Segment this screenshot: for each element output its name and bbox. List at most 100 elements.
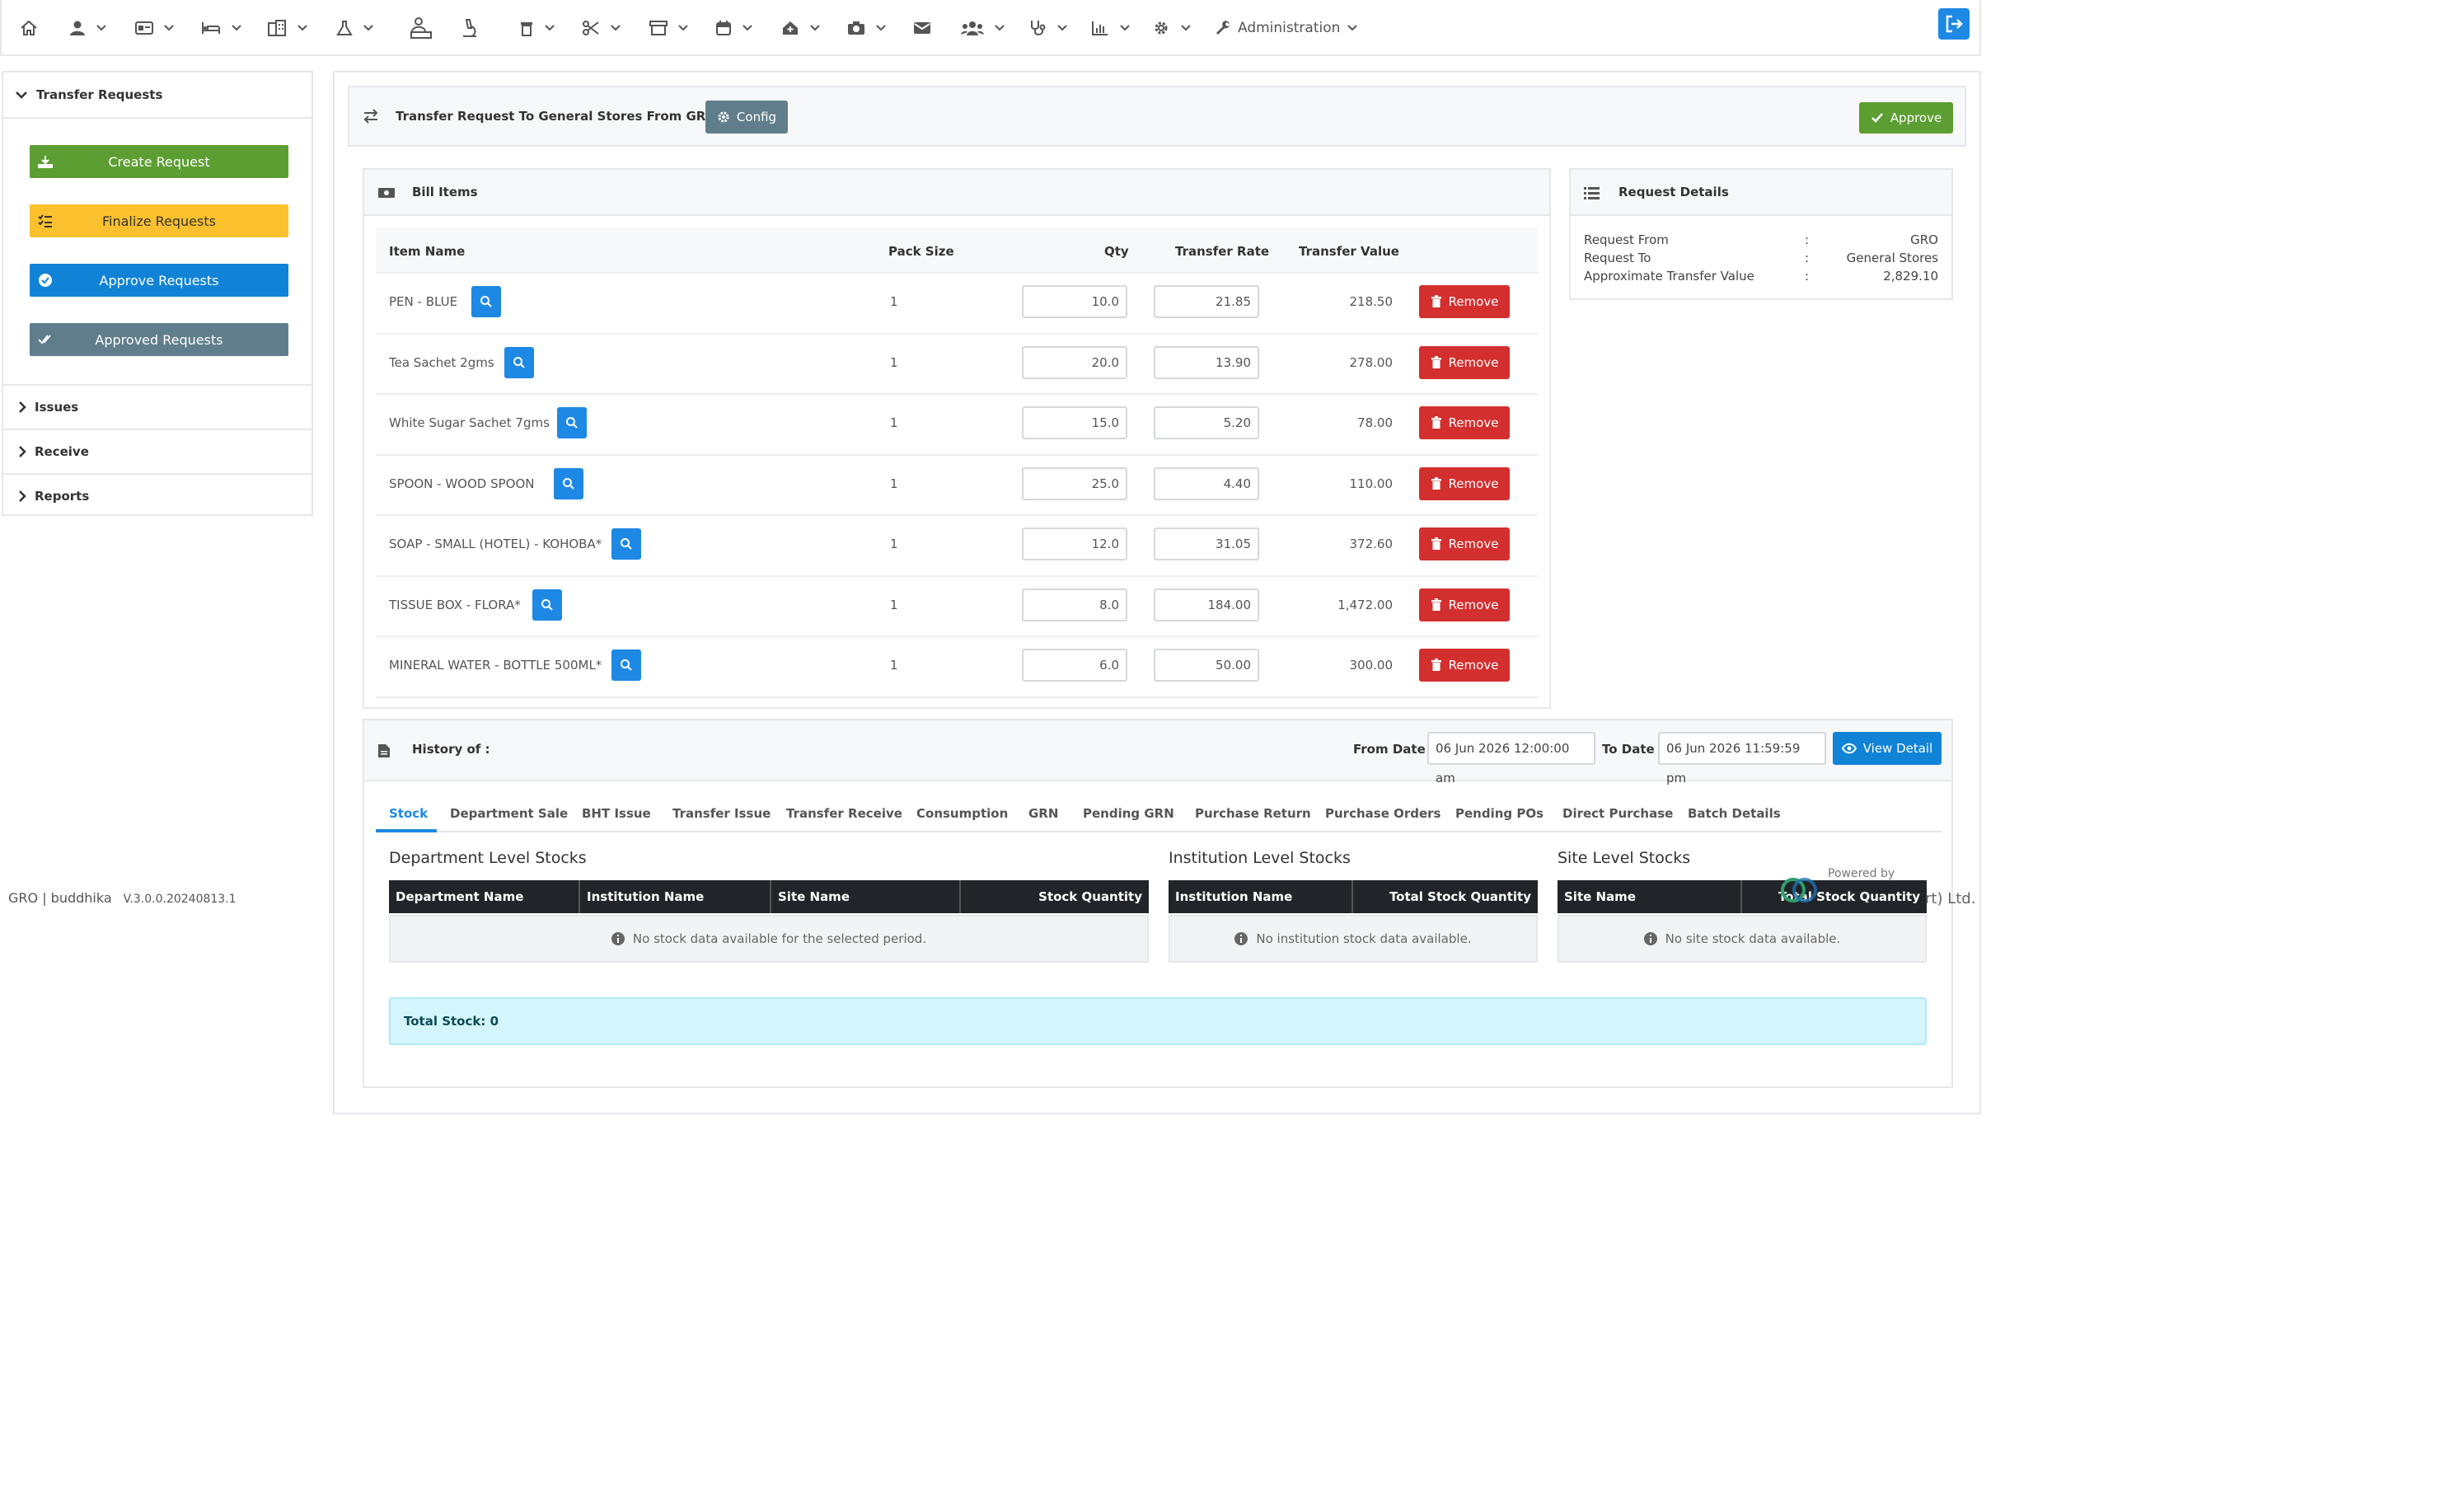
qty-input[interactable]: 6.0 — [1022, 649, 1127, 682]
mail-button[interactable] — [913, 15, 931, 41]
administration-menu[interactable]: Administration — [1215, 15, 1358, 41]
pack-size: 1 — [890, 415, 898, 430]
logout-icon — [1946, 15, 1963, 33]
request-details-title: Request Details — [1618, 185, 1729, 199]
tab-consumption[interactable]: Consumption — [916, 806, 1008, 821]
tab-batch-details[interactable]: Batch Details — [1688, 806, 1781, 821]
approve-button[interactable]: Approve — [1859, 102, 1953, 134]
transfer-rate-input[interactable]: 184.00 — [1154, 588, 1259, 621]
qty-input[interactable]: 8.0 — [1022, 588, 1127, 621]
create-request-button[interactable]: Create Request — [30, 145, 288, 178]
transfer-rate-input[interactable]: 31.05 — [1154, 527, 1259, 560]
remove-button[interactable]: Remove — [1419, 649, 1510, 682]
qty-input[interactable]: 25.0 — [1022, 467, 1127, 500]
chevron-right-icon — [19, 446, 26, 457]
tab-bht-issue[interactable]: BHT Issue — [582, 806, 651, 821]
administration-label: Administration — [1238, 20, 1341, 36]
microscope-button[interactable] — [460, 15, 480, 41]
tab-transfer-receive[interactable]: Transfer Receive — [786, 806, 902, 821]
approved-requests-button[interactable]: Approved Requests — [30, 323, 288, 356]
qty-input[interactable]: 15.0 — [1022, 406, 1127, 439]
qty-input[interactable]: 12.0 — [1022, 527, 1127, 560]
box-icon — [649, 21, 668, 35]
approve-requests-button[interactable]: Approve Requests — [30, 264, 288, 297]
stethoscope-menu[interactable] — [1028, 15, 1068, 41]
calendar-icon — [716, 21, 731, 35]
sidebar-item-reports[interactable]: Reports — [3, 475, 312, 518]
history-title: History of : — [412, 742, 490, 757]
double-check-icon — [38, 335, 51, 345]
settings-menu[interactable] — [1152, 15, 1192, 41]
item-search-button[interactable] — [611, 528, 641, 560]
building-menu[interactable] — [267, 15, 308, 41]
bed-menu[interactable] — [201, 15, 242, 41]
remove-label: Remove — [1448, 476, 1499, 491]
item-search-button[interactable] — [532, 589, 562, 621]
approved-requests-label: Approved Requests — [95, 331, 223, 348]
finalize-requests-button[interactable]: Finalize Requests — [30, 204, 288, 237]
from-date-input[interactable]: 06 Jun 2026 12:00:00 am — [1427, 732, 1595, 785]
remove-button[interactable]: Remove — [1419, 346, 1510, 379]
tab-purchase-return[interactable]: Purchase Return — [1195, 806, 1311, 821]
house-medical-menu[interactable] — [781, 15, 821, 41]
col-site-name: Site Name — [1558, 880, 1742, 913]
sidebar-header-transfer-requests[interactable]: Transfer Requests — [3, 73, 312, 119]
chevron-down-icon — [678, 25, 688, 31]
item-search-button[interactable] — [471, 286, 501, 317]
tab-stock[interactable]: Stock — [389, 806, 428, 821]
item-search-button[interactable] — [611, 649, 641, 681]
tab-pending-pos[interactable]: Pending POs — [1455, 806, 1544, 821]
id-card-menu[interactable] — [135, 15, 175, 41]
transfer-rate-input[interactable]: 4.40 — [1154, 467, 1259, 500]
tab-purchase-orders[interactable]: Purchase Orders — [1325, 806, 1440, 821]
trash-icon — [1431, 477, 1441, 490]
to-date-input[interactable]: 06 Jun 2026 11:59:59 pm — [1658, 732, 1826, 785]
chevron-down-icon — [164, 25, 174, 31]
remove-label: Remove — [1448, 415, 1499, 430]
lab-menu[interactable] — [336, 15, 374, 41]
qty-input[interactable]: 20.0 — [1022, 346, 1127, 379]
config-button[interactable]: Config — [705, 101, 788, 134]
chart-menu[interactable] — [1091, 15, 1131, 41]
trash-icon — [521, 22, 532, 36]
lab-user-button[interactable] — [409, 15, 433, 41]
box-menu[interactable] — [649, 15, 689, 41]
info-icon — [1643, 932, 1657, 945]
camera-menu[interactable] — [847, 15, 887, 41]
transfer-rate-input[interactable]: 13.90 — [1154, 346, 1259, 379]
transfer-rate-input[interactable]: 21.85 — [1154, 285, 1259, 318]
remove-button[interactable]: Remove — [1419, 285, 1510, 318]
qty-input[interactable]: 10.0 — [1022, 285, 1127, 318]
users-menu[interactable] — [961, 15, 1005, 41]
remove-button[interactable]: Remove — [1419, 588, 1510, 621]
row-divider — [376, 575, 1538, 577]
scissors-menu[interactable] — [582, 15, 621, 41]
company-logo-icon — [1781, 878, 1817, 903]
transfer-rate-input[interactable]: 50.00 — [1154, 649, 1259, 682]
tab-pending-grn[interactable]: Pending GRN — [1083, 806, 1174, 821]
transfer-rate-input[interactable]: 5.20 — [1154, 406, 1259, 439]
trash-menu[interactable] — [519, 15, 555, 41]
item-search-button[interactable] — [504, 347, 534, 378]
remove-button[interactable]: Remove — [1419, 527, 1510, 560]
remove-button[interactable]: Remove — [1419, 467, 1510, 500]
remove-button[interactable]: Remove — [1419, 406, 1510, 439]
logout-button[interactable] — [1938, 8, 1970, 40]
remove-label: Remove — [1448, 537, 1499, 551]
tab-department-sale[interactable]: Department Sale — [450, 806, 568, 821]
institution-empty-text: No institution stock data available. — [1256, 931, 1472, 946]
user-menu[interactable] — [69, 15, 107, 41]
calendar-menu[interactable] — [715, 15, 753, 41]
tab-transfer-issue[interactable]: Transfer Issue — [672, 806, 771, 821]
sidebar-item-receive[interactable]: Receive — [3, 430, 312, 473]
home-icon[interactable] — [20, 15, 38, 41]
item-search-button[interactable] — [557, 407, 587, 438]
trash-icon — [1431, 598, 1441, 611]
powered-by-footer: Powered by rt) Ltd. — [1780, 864, 1986, 910]
view-detail-button[interactable]: View Detail — [1833, 732, 1942, 765]
sidebar-item-issues[interactable]: Issues — [3, 386, 312, 429]
item-search-button[interactable] — [554, 468, 583, 499]
tab-direct-purchase[interactable]: Direct Purchase — [1562, 806, 1673, 821]
tab-grn[interactable]: GRN — [1028, 806, 1058, 821]
chevron-down-icon — [16, 91, 27, 99]
